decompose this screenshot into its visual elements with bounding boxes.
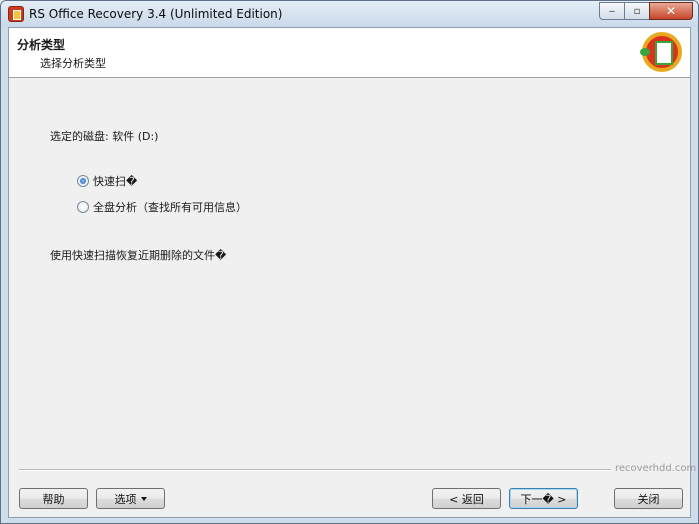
help-button[interactable]: 帮助 (19, 488, 88, 509)
help-button-label: 帮助 (42, 492, 65, 506)
page-title: 分析类型 (17, 38, 66, 52)
selected-disk-label: 选定的磁盘: 软件 (D:) (50, 130, 159, 143)
app-icon[interactable] (8, 6, 24, 22)
minimize-button[interactable]: ‒ (599, 2, 625, 20)
dropdown-arrow-icon (140, 496, 147, 501)
quick-scan-radio[interactable] (77, 175, 89, 187)
window-title: RS Office Recovery 3.4 (Unlimited Editio… (29, 7, 283, 21)
back-button[interactable]: < 返回 (432, 488, 501, 509)
full-analysis-label[interactable]: 全盘分析（查找所有可用信息） (93, 199, 247, 215)
full-analysis-option[interactable]: 全盘分析（查找所有可用信息） (77, 199, 247, 215)
footer-divider (19, 469, 611, 471)
scan-hint-text: 使用快速扫描恢复近期删除的文件� (50, 249, 227, 262)
app-window: RS Office Recovery 3.4 (Unlimited Editio… (0, 0, 699, 524)
next-button-label: 下一� > (520, 492, 567, 506)
watermark-text: recoverhdd.com (615, 463, 697, 474)
options-button[interactable]: 选项 (96, 488, 165, 509)
back-button-label: < 返回 (449, 492, 484, 506)
options-button-label: 选项 (114, 492, 137, 506)
close-window-button[interactable]: ✕ (649, 2, 693, 20)
full-analysis-radio[interactable] (77, 201, 89, 213)
next-button[interactable]: 下一� > (509, 488, 578, 509)
wizard-body: 选定的磁盘: 软件 (D:) 快速扫� 全盘分析（查找所有可用信息） 使用快速扫… (9, 79, 690, 459)
office-recovery-logo-icon (640, 32, 682, 72)
close-button[interactable]: 关闭 (614, 488, 683, 509)
quick-scan-label[interactable]: 快速扫� (93, 173, 137, 189)
page-subtitle: 选择分析类型 (40, 57, 106, 70)
wizard-client-area: 分析类型 选择分析类型 选定的磁盘: 软件 (D:) 快速扫� 全盘分析（查找所… (8, 27, 696, 518)
close-button-label: 关闭 (637, 492, 660, 506)
wizard-header: 分析类型 选择分析类型 (9, 28, 690, 78)
caption-buttons: ‒ ▫ ✕ (599, 2, 693, 20)
maximize-button[interactable]: ▫ (624, 2, 650, 20)
title-bar[interactable]: RS Office Recovery 3.4 (Unlimited Editio… (1, 1, 698, 27)
quick-scan-option[interactable]: 快速扫� (77, 173, 137, 189)
